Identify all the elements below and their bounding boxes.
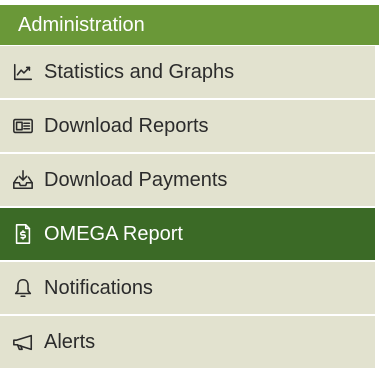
admin-menu: Statistics and Graphs Download Reports D…	[0, 46, 379, 370]
menu-item-alerts[interactable]: Alerts	[0, 316, 379, 370]
chart-line-icon	[10, 59, 36, 85]
menu-item-label: Download Payments	[44, 168, 228, 191]
menu-item-label: Statistics and Graphs	[44, 60, 235, 83]
menu-item-download-reports[interactable]: Download Reports	[0, 100, 379, 154]
dollar-document-icon	[10, 221, 36, 247]
menu-item-omega-report[interactable]: OMEGA Report	[0, 208, 379, 262]
megaphone-icon	[10, 329, 36, 355]
admin-panel: Administration Statistics and Graphs Dow…	[0, 0, 379, 370]
panel-title: Administration	[18, 13, 145, 36]
bell-icon	[10, 275, 36, 301]
menu-item-statistics-and-graphs[interactable]: Statistics and Graphs	[0, 46, 379, 100]
menu-item-label: Notifications	[44, 276, 153, 299]
tray-download-icon	[10, 167, 36, 193]
menu-item-label: OMEGA Report	[44, 222, 183, 245]
report-icon	[10, 113, 36, 139]
menu-item-label: Alerts	[44, 330, 96, 353]
panel-header: Administration	[0, 0, 379, 46]
menu-item-notifications[interactable]: Notifications	[0, 262, 379, 316]
menu-item-label: Download Reports	[44, 114, 209, 137]
menu-item-download-payments[interactable]: Download Payments	[0, 154, 379, 208]
